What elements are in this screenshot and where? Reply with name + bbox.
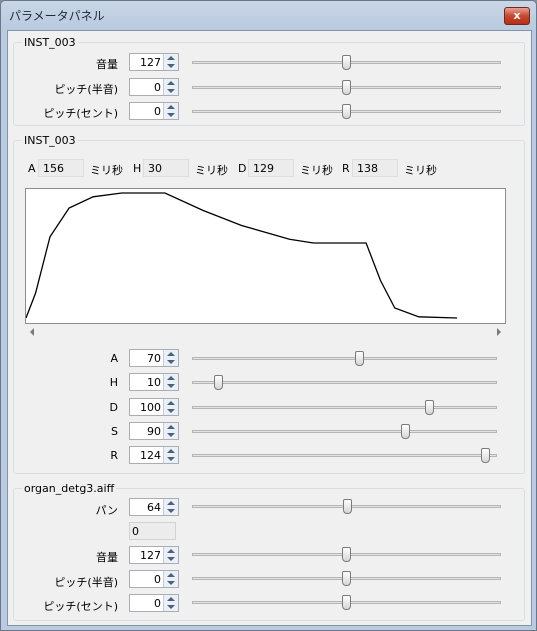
spin-arrows-icon[interactable] [163, 595, 178, 611]
pitch-cent-spinbox[interactable]: 0 [129, 102, 179, 120]
pan-label: パン [95, 504, 118, 517]
sample-pitch-semitone-label: ピッチ(半音) [54, 576, 118, 589]
pitch-semitone-spinbox[interactable]: 0 [129, 78, 179, 96]
decay-unit: ミリ秒 [300, 164, 333, 177]
attack-label: A [110, 352, 118, 365]
release-label: R [110, 449, 118, 462]
release-slider-track[interactable] [192, 454, 497, 457]
window-title: パラメータパネル [9, 9, 105, 23]
hold-spinbox[interactable]: 10 [129, 373, 179, 391]
sample-pitch-cent-spinbox[interactable]: 0 [129, 594, 179, 612]
hold-slider-track[interactable] [192, 381, 497, 384]
spin-arrows-icon[interactable] [163, 54, 178, 70]
parameter-panel-window: パラメータパネル x INST_003 音量 127 ピッチ(半音) 0 ピッチ… [0, 0, 537, 631]
decay-readout: 129 [248, 159, 294, 177]
volume-spinbox[interactable]: 127 [129, 53, 179, 71]
decay-slider-track[interactable] [192, 406, 497, 409]
envelope-group-title: INST_003 [22, 134, 78, 147]
sustain-spinbox[interactable]: 90 [129, 422, 179, 440]
sample-pitch-semitone-slider-thumb[interactable] [342, 571, 351, 586]
envelope-graph[interactable] [25, 188, 506, 324]
inst-group-top-title: INST_003 [22, 36, 78, 49]
sustain-slider-track[interactable] [192, 430, 497, 433]
hold-key-label: H [133, 162, 142, 175]
spin-arrows-icon[interactable] [163, 447, 178, 463]
release-readout: 138 [352, 159, 398, 177]
spin-arrows-icon[interactable] [163, 399, 178, 415]
spin-arrows-icon[interactable] [163, 350, 178, 366]
client-area: INST_003 音量 127 ピッチ(半音) 0 ピッチ(セント) 0 INS… [7, 30, 532, 626]
pan-readout: 0 [129, 522, 176, 540]
hold-unit: ミリ秒 [195, 164, 228, 177]
hold-label: H [109, 376, 118, 389]
attack-slider-thumb[interactable] [355, 351, 364, 366]
pitch-semitone-label: ピッチ(半音) [54, 83, 118, 96]
sustain-label: S [111, 425, 118, 438]
sample-pitch-semitone-spinbox[interactable]: 0 [129, 570, 179, 588]
release-slider-thumb[interactable] [481, 448, 490, 463]
sample-volume-spinbox[interactable]: 127 [129, 546, 179, 564]
pitch-cent-label: ピッチ(セント) [43, 107, 118, 120]
hold-slider-thumb[interactable] [214, 375, 223, 390]
release-key-label: R [342, 162, 350, 175]
release-spinbox[interactable]: 124 [129, 446, 179, 464]
sample-volume-slider-thumb[interactable] [342, 547, 351, 562]
close-icon: x [513, 9, 521, 22]
attack-spinbox[interactable]: 70 [129, 349, 179, 367]
volume-label: 音量 [96, 58, 118, 71]
pitch-semitone-slider-thumb[interactable] [342, 80, 351, 95]
hold-readout: 30 [143, 159, 189, 177]
attack-readout: 156 [38, 159, 84, 177]
sample-pitch-cent-slider-thumb[interactable] [342, 595, 351, 610]
pan-slider-thumb[interactable] [343, 499, 352, 514]
title-bar[interactable]: パラメータパネル x [1, 1, 536, 29]
volume-slider-thumb[interactable] [342, 55, 351, 70]
sample-volume-label: 音量 [96, 551, 118, 564]
scroll-right-icon[interactable] [497, 328, 501, 336]
pitch-cent-slider-thumb[interactable] [342, 104, 351, 119]
decay-slider-thumb[interactable] [425, 400, 434, 415]
scroll-left-icon[interactable] [30, 328, 34, 336]
pan-spinbox[interactable]: 64 [129, 498, 179, 516]
spin-arrows-icon[interactable] [163, 571, 178, 587]
spin-arrows-icon[interactable] [163, 547, 178, 563]
spin-arrows-icon[interactable] [163, 499, 178, 515]
close-button[interactable]: x [504, 7, 530, 25]
sample-pitch-cent-label: ピッチ(セント) [43, 600, 118, 613]
spin-arrows-icon[interactable] [163, 79, 178, 95]
attack-unit: ミリ秒 [90, 164, 123, 177]
envelope-curve [26, 192, 458, 319]
release-unit: ミリ秒 [404, 164, 437, 177]
spin-arrows-icon[interactable] [163, 423, 178, 439]
sample-group-title: organ_detg3.aiff [22, 482, 117, 495]
envelope-graph-canvas [26, 192, 458, 319]
decay-spinbox[interactable]: 100 [129, 398, 179, 416]
envelope-horizontal-scrollbar[interactable] [25, 324, 506, 340]
decay-label: D [109, 401, 118, 414]
decay-key-label: D [238, 162, 247, 175]
sustain-slider-thumb[interactable] [401, 424, 410, 439]
spin-arrows-icon[interactable] [163, 374, 178, 390]
attack-slider-track[interactable] [192, 357, 497, 360]
spin-arrows-icon[interactable] [163, 103, 178, 119]
attack-key-label: A [28, 162, 36, 175]
